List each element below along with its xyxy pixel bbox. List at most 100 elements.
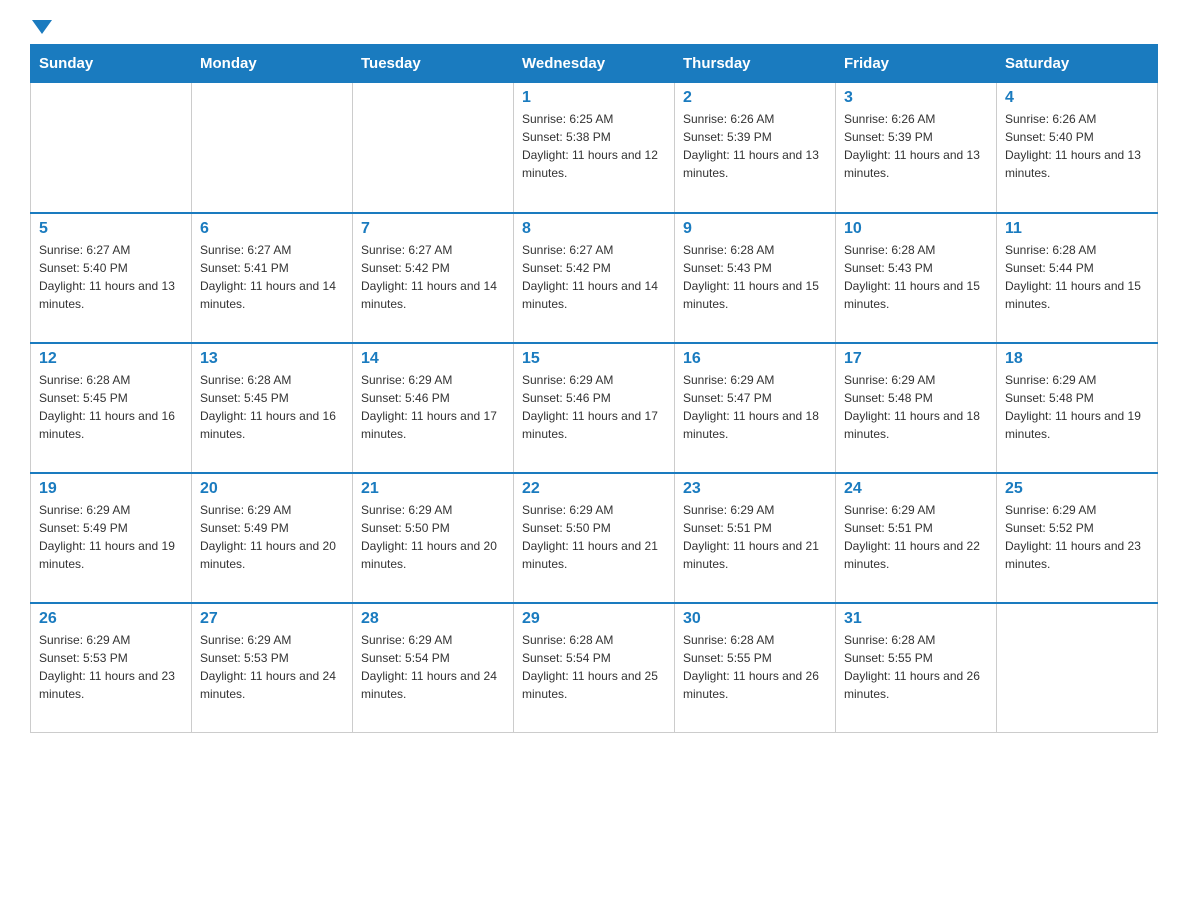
day-info: Sunrise: 6:29 AM Sunset: 5:51 PM Dayligh… <box>844 501 988 573</box>
calendar-cell: 30 Sunrise: 6:28 AM Sunset: 5:55 PM Dayli… <box>675 603 836 733</box>
calendar-cell: 7Sunrise: 6:27 AM Sunset: 5:42 PM Daylig… <box>353 213 514 343</box>
day-info: Sunrise: 6:28 AM Sunset: 5:44 PM Dayligh… <box>1005 241 1149 313</box>
day-number: 8 <box>522 220 666 238</box>
calendar-header-row: SundayMondayTuesdayWednesdayThursdayFrid… <box>31 45 1158 83</box>
calendar-cell <box>353 83 514 213</box>
day-info: Sunrise: 6:29 AM Sunset: 5:46 PM Dayligh… <box>361 371 505 443</box>
calendar-cell: 20Sunrise: 6:29 AM Sunset: 5:49 PM Dayli… <box>192 473 353 603</box>
day-number: 1 <box>522 89 666 107</box>
day-info: Sunrise: 6:27 AM Sunset: 5:40 PM Dayligh… <box>39 241 183 313</box>
calendar-cell: 25 Sunrise: 6:29 AM Sunset: 5:52 PM Dayli… <box>997 473 1158 603</box>
day-info: Sunrise: 6:29 AM Sunset: 5:49 PM Dayligh… <box>39 501 183 573</box>
day-number: 2 <box>683 89 827 107</box>
calendar-cell: 27Sunrise: 6:29 AM Sunset: 5:53 PM Dayli… <box>192 603 353 733</box>
calendar-cell: 9 Sunrise: 6:28 AM Sunset: 5:43 PM Daylig… <box>675 213 836 343</box>
day-info: Sunrise: 6:29 AM Sunset: 5:48 PM Dayligh… <box>1005 371 1149 443</box>
calendar-cell: 2 Sunrise: 6:26 AM Sunset: 5:39 PM Daylig… <box>675 83 836 213</box>
day-number: 9 <box>683 220 827 238</box>
calendar-cell <box>31 83 192 213</box>
day-info: Sunrise: 6:27 AM Sunset: 5:41 PM Dayligh… <box>200 241 344 313</box>
day-number: 22 <box>522 480 666 498</box>
calendar-cell: 18 Sunrise: 6:29 AM Sunset: 5:48 PM Dayli… <box>997 343 1158 473</box>
day-number: 23 <box>683 480 827 498</box>
calendar-cell: 4 Sunrise: 6:26 AM Sunset: 5:40 PM Daylig… <box>997 83 1158 213</box>
calendar-cell: 5 Sunrise: 6:27 AM Sunset: 5:40 PM Daylig… <box>31 213 192 343</box>
day-number: 3 <box>844 89 988 107</box>
day-number: 10 <box>844 220 988 238</box>
day-info: Sunrise: 6:29 AM Sunset: 5:49 PM Dayligh… <box>200 501 344 573</box>
calendar-table: SundayMondayTuesdayWednesdayThursdayFrid… <box>30 44 1158 733</box>
page-header <box>30 20 1158 34</box>
calendar-cell: 10Sunrise: 6:28 AM Sunset: 5:43 PM Dayli… <box>836 213 997 343</box>
calendar-cell: 15Sunrise: 6:29 AM Sunset: 5:46 PM Dayli… <box>514 343 675 473</box>
day-number: 29 <box>522 610 666 628</box>
day-info: Sunrise: 6:28 AM Sunset: 5:45 PM Dayligh… <box>200 371 344 443</box>
day-info: Sunrise: 6:26 AM Sunset: 5:39 PM Dayligh… <box>683 110 827 182</box>
day-number: 6 <box>200 220 344 238</box>
day-number: 4 <box>1005 89 1149 107</box>
calendar-cell: 13 Sunrise: 6:28 AM Sunset: 5:45 PM Dayli… <box>192 343 353 473</box>
calendar-week-row: 1Sunrise: 6:25 AM Sunset: 5:38 PM Daylig… <box>31 83 1158 213</box>
day-header-tuesday: Tuesday <box>353 45 514 83</box>
day-info: Sunrise: 6:29 AM Sunset: 5:52 PM Dayligh… <box>1005 501 1149 573</box>
calendar-cell: 24 Sunrise: 6:29 AM Sunset: 5:51 PM Dayli… <box>836 473 997 603</box>
day-info: Sunrise: 6:28 AM Sunset: 5:55 PM Dayligh… <box>683 631 827 703</box>
day-info: Sunrise: 6:29 AM Sunset: 5:53 PM Dayligh… <box>39 631 183 703</box>
calendar-cell: 28 Sunrise: 6:29 AM Sunset: 5:54 PM Dayli… <box>353 603 514 733</box>
day-number: 21 <box>361 480 505 498</box>
day-number: 28 <box>361 610 505 628</box>
calendar-week-row: 26 Sunrise: 6:29 AM Sunset: 5:53 PM Dayli… <box>31 603 1158 733</box>
calendar-cell: 22 Sunrise: 6:29 AM Sunset: 5:50 PM Dayli… <box>514 473 675 603</box>
day-number: 11 <box>1005 220 1149 238</box>
day-number: 12 <box>39 350 183 368</box>
day-number: 25 <box>1005 480 1149 498</box>
day-info: Sunrise: 6:27 AM Sunset: 5:42 PM Dayligh… <box>522 241 666 313</box>
calendar-cell: 11 Sunrise: 6:28 AM Sunset: 5:44 PM Dayli… <box>997 213 1158 343</box>
day-number: 18 <box>1005 350 1149 368</box>
calendar-cell: 23 Sunrise: 6:29 AM Sunset: 5:51 PM Dayli… <box>675 473 836 603</box>
calendar-cell: 1Sunrise: 6:25 AM Sunset: 5:38 PM Daylig… <box>514 83 675 213</box>
calendar-week-row: 12 Sunrise: 6:28 AM Sunset: 5:45 PM Dayli… <box>31 343 1158 473</box>
day-info: Sunrise: 6:28 AM Sunset: 5:55 PM Dayligh… <box>844 631 988 703</box>
calendar-cell: 21 Sunrise: 6:29 AM Sunset: 5:50 PM Dayli… <box>353 473 514 603</box>
calendar-cell: 16Sunrise: 6:29 AM Sunset: 5:47 PM Dayli… <box>675 343 836 473</box>
calendar-cell: 12Sunrise: 6:28 AM Sunset: 5:45 PM Dayli… <box>31 343 192 473</box>
day-info: Sunrise: 6:29 AM Sunset: 5:51 PM Dayligh… <box>683 501 827 573</box>
calendar-cell: 3 Sunrise: 6:26 AM Sunset: 5:39 PM Daylig… <box>836 83 997 213</box>
day-number: 30 <box>683 610 827 628</box>
day-number: 13 <box>200 350 344 368</box>
calendar-cell: 26 Sunrise: 6:29 AM Sunset: 5:53 PM Dayli… <box>31 603 192 733</box>
day-number: 7 <box>361 220 505 238</box>
day-info: Sunrise: 6:29 AM Sunset: 5:54 PM Dayligh… <box>361 631 505 703</box>
day-header-monday: Monday <box>192 45 353 83</box>
day-info: Sunrise: 6:29 AM Sunset: 5:48 PM Dayligh… <box>844 371 988 443</box>
day-number: 26 <box>39 610 183 628</box>
day-header-friday: Friday <box>836 45 997 83</box>
day-info: Sunrise: 6:26 AM Sunset: 5:39 PM Dayligh… <box>844 110 988 182</box>
calendar-cell: 31 Sunrise: 6:28 AM Sunset: 5:55 PM Dayli… <box>836 603 997 733</box>
calendar-cell <box>192 83 353 213</box>
day-info: Sunrise: 6:26 AM Sunset: 5:40 PM Dayligh… <box>1005 110 1149 182</box>
calendar-cell <box>997 603 1158 733</box>
day-number: 5 <box>39 220 183 238</box>
day-info: Sunrise: 6:28 AM Sunset: 5:43 PM Dayligh… <box>683 241 827 313</box>
day-number: 17 <box>844 350 988 368</box>
logo <box>30 20 52 34</box>
day-info: Sunrise: 6:29 AM Sunset: 5:50 PM Dayligh… <box>522 501 666 573</box>
calendar-cell: 6 Sunrise: 6:27 AM Sunset: 5:41 PM Daylig… <box>192 213 353 343</box>
day-info: Sunrise: 6:29 AM Sunset: 5:50 PM Dayligh… <box>361 501 505 573</box>
calendar-cell: 29 Sunrise: 6:28 AM Sunset: 5:54 PM Dayli… <box>514 603 675 733</box>
day-number: 19 <box>39 480 183 498</box>
calendar-cell: 8 Sunrise: 6:27 AM Sunset: 5:42 PM Daylig… <box>514 213 675 343</box>
day-header-thursday: Thursday <box>675 45 836 83</box>
day-number: 27 <box>200 610 344 628</box>
calendar-cell: 19 Sunrise: 6:29 AM Sunset: 5:49 PM Dayli… <box>31 473 192 603</box>
calendar-cell: 17 Sunrise: 6:29 AM Sunset: 5:48 PM Dayli… <box>836 343 997 473</box>
day-number: 31 <box>844 610 988 628</box>
logo-triangle-icon <box>32 20 52 34</box>
calendar-cell: 14Sunrise: 6:29 AM Sunset: 5:46 PM Dayli… <box>353 343 514 473</box>
day-number: 15 <box>522 350 666 368</box>
day-number: 24 <box>844 480 988 498</box>
day-info: Sunrise: 6:28 AM Sunset: 5:54 PM Dayligh… <box>522 631 666 703</box>
day-header-sunday: Sunday <box>31 45 192 83</box>
